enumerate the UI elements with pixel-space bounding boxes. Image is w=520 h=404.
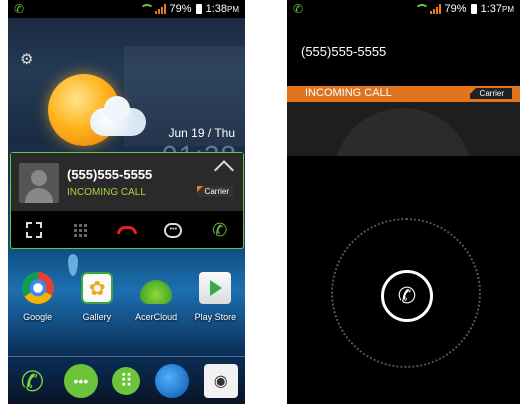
status-time: 1:37PM [480,3,514,15]
home-screen-phone: ✆ 79% 1:38PM ⚙ Jun 19 / Thu 01:38 (555)5… [8,0,245,404]
dock-divider [8,356,245,357]
app-play-store[interactable]: Play Store [189,272,241,322]
hangup-icon [116,226,137,234]
cloud-icon [90,96,146,136]
battery-icon [470,4,477,14]
status-bar: ✆ 79% 1:38PM [8,0,245,18]
caller-number: (555)555-5555 [301,44,387,59]
call-notification-icon: ✆ [293,2,304,16]
signal-icon [429,4,441,14]
message-button[interactable]: ••• [159,216,187,244]
app-label: Play Store [194,312,237,322]
hangup-button[interactable] [113,216,141,244]
app-acercloud[interactable]: AcerCloud [130,272,182,322]
chevron-up-icon[interactable] [214,160,234,180]
carrier-badge: Carrier [196,186,233,197]
call-status: INCOMING CALL [67,187,146,198]
acercloud-icon [140,280,173,304]
caller-number: (555)555-5555 [67,167,153,182]
status-time: 1:38PM [205,3,239,15]
message-icon: ••• [164,222,183,238]
call-card-header: (555)555-5555 INCOMING CALL Carrier [11,153,243,211]
app-label: Gallery [82,312,112,322]
dock-app-drawer-icon[interactable]: ⠿ [112,367,141,395]
expand-button[interactable] [20,216,48,244]
call-status: INCOMING CALL [305,87,392,99]
avatar [19,163,59,203]
gear-icon[interactable]: ⚙ [20,52,36,68]
expand-icon [26,222,43,238]
wifi-icon [139,4,154,14]
dialpad-button[interactable] [67,216,95,244]
incoming-call-phone: ✆ 79% 1:37PM (555)555-5555 INCOMING CALL… [287,0,520,404]
battery-icon [195,4,202,14]
dock-camera-icon[interactable]: ◉ [203,364,238,398]
dock-messaging-icon[interactable]: ••• [63,364,98,398]
carrier-badge: Carrier [469,88,512,99]
dialpad-icon [74,223,88,237]
battery-percent: 79% [169,3,192,15]
wifi-icon [414,4,429,14]
status-bar: ✆ 79% 1:37PM [287,0,520,18]
battery-percent: 79% [444,3,467,15]
incoming-call-card[interactable]: (555)555-5555 INCOMING CALL Carrier ••• … [10,152,244,249]
call-notification-icon: ✆ [14,2,25,16]
app-google[interactable]: Google [12,272,64,322]
widget-date: Jun 19 / Thu [168,126,236,140]
app-label: Google [23,312,53,322]
gallery-icon [80,272,113,304]
dock-browser-icon[interactable] [155,364,190,398]
play-store-icon [199,272,232,304]
dock-phone-icon[interactable]: ✆ [15,364,49,398]
signal-icon [154,4,166,14]
phone-icon: ✆ [397,283,417,308]
phone-answer-icon: ✆ [212,219,228,240]
caller-photo-area [287,102,520,156]
app-label: AcerCloud [135,312,178,322]
call-actions: ••• ✆ [11,211,243,249]
google-icon [21,272,54,304]
answer-button[interactable]: ✆ [206,216,234,244]
answer-call-button[interactable]: ✆ [381,270,433,322]
app-row: Google Gallery AcerCloud Play Store [8,272,245,322]
dock: ✆ ••• ⠿ ◉ [8,364,245,398]
app-gallery[interactable]: Gallery [71,272,123,322]
incoming-call-bar: INCOMING CALL Carrier [287,86,520,102]
